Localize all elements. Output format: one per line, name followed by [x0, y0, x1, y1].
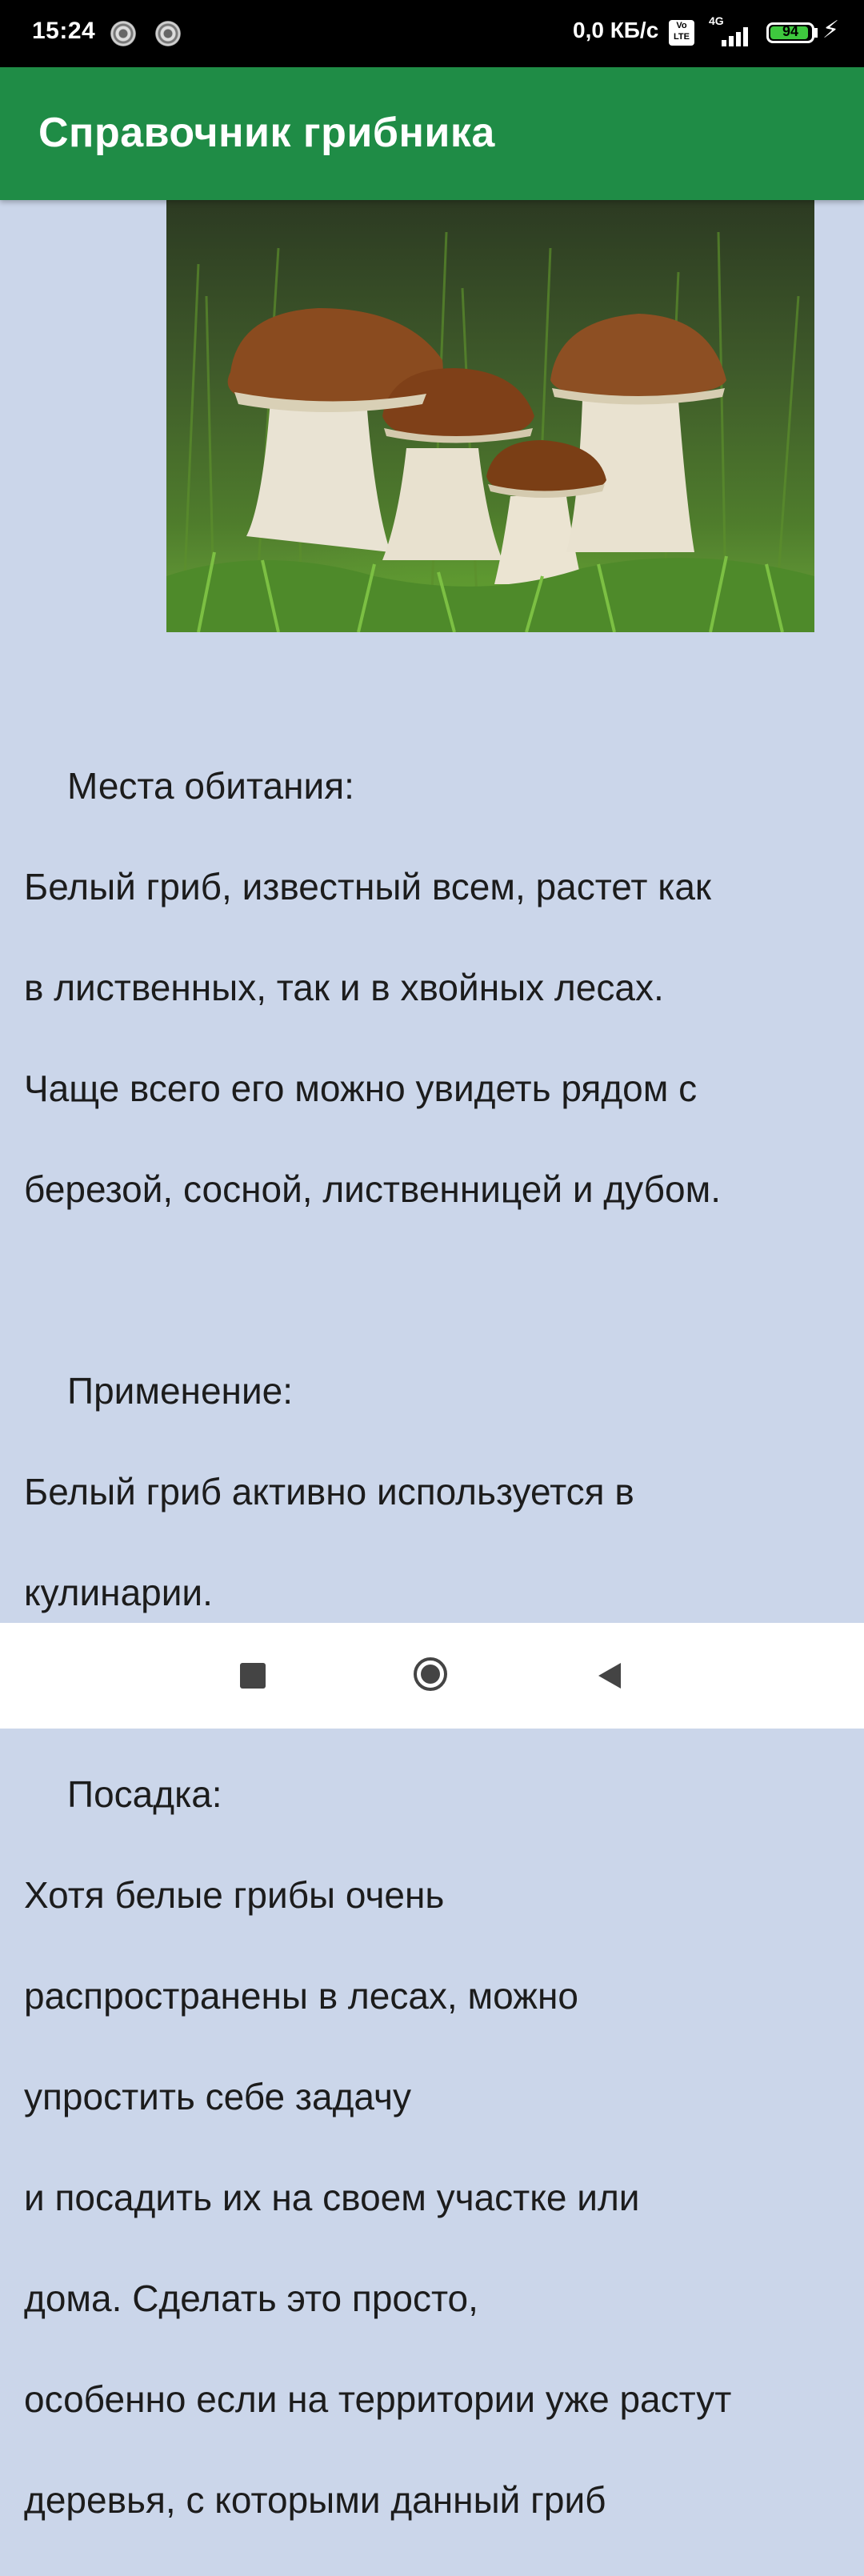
section-line: кулинарии.: [24, 1572, 213, 1613]
section-line: деревья, с которыми данный гриб: [24, 2479, 606, 2521]
section-line: Белый гриб, известный всем, растет как: [24, 866, 712, 907]
home-button[interactable]: [413, 1657, 448, 1692]
app-bar: Справочник грибника: [0, 67, 864, 200]
battery-level: 94: [782, 23, 799, 39]
status-time: 15:24: [32, 18, 96, 44]
battery-icon: 94: [766, 22, 814, 43]
volte-icon: Vo LTE: [669, 20, 694, 46]
mushrooms-photo: [166, 200, 814, 632]
section-line: особенно если на территории уже растут: [24, 2378, 732, 2420]
status-bar: 15:24 0,0 КБ/с Vo LTE 4G 94 ⚡: [0, 0, 864, 67]
section-line: Белый гриб активно используется в: [24, 1471, 634, 1512]
notification-icon: [155, 21, 181, 46]
signal-icon: [709, 24, 752, 46]
network-speed: 0,0 КБ/с: [573, 18, 659, 42]
navigation-bar: [0, 1623, 864, 1729]
section-line: Хотя белые грибы очень: [24, 1874, 445, 1916]
section-line: Чаще всего его можно увидеть рядом с: [24, 1068, 698, 1109]
section-line: упростить себе задачу: [24, 2076, 411, 2117]
section-heading: Посадка:: [67, 1773, 222, 1815]
recent-apps-button[interactable]: [240, 1663, 266, 1689]
section-line: в лиственных, так и в хвойных лесах.: [24, 967, 664, 1008]
section-heading: Применение:: [67, 1370, 293, 1412]
section-line: дома. Сделать это просто,: [24, 2278, 478, 2319]
charging-icon: ⚡: [822, 17, 840, 43]
section-heading: Места обитания:: [67, 765, 354, 807]
notification-icon: [110, 21, 136, 46]
section-line: березой, сосной, лиственницей и дубом.: [24, 1168, 721, 1210]
section-line: и посадить их на своем участке или: [24, 2177, 640, 2218]
section-line: распространены в лесах, можно: [24, 1975, 578, 2017]
back-button[interactable]: [594, 1660, 626, 1692]
app-title: Справочник грибника: [38, 110, 495, 156]
